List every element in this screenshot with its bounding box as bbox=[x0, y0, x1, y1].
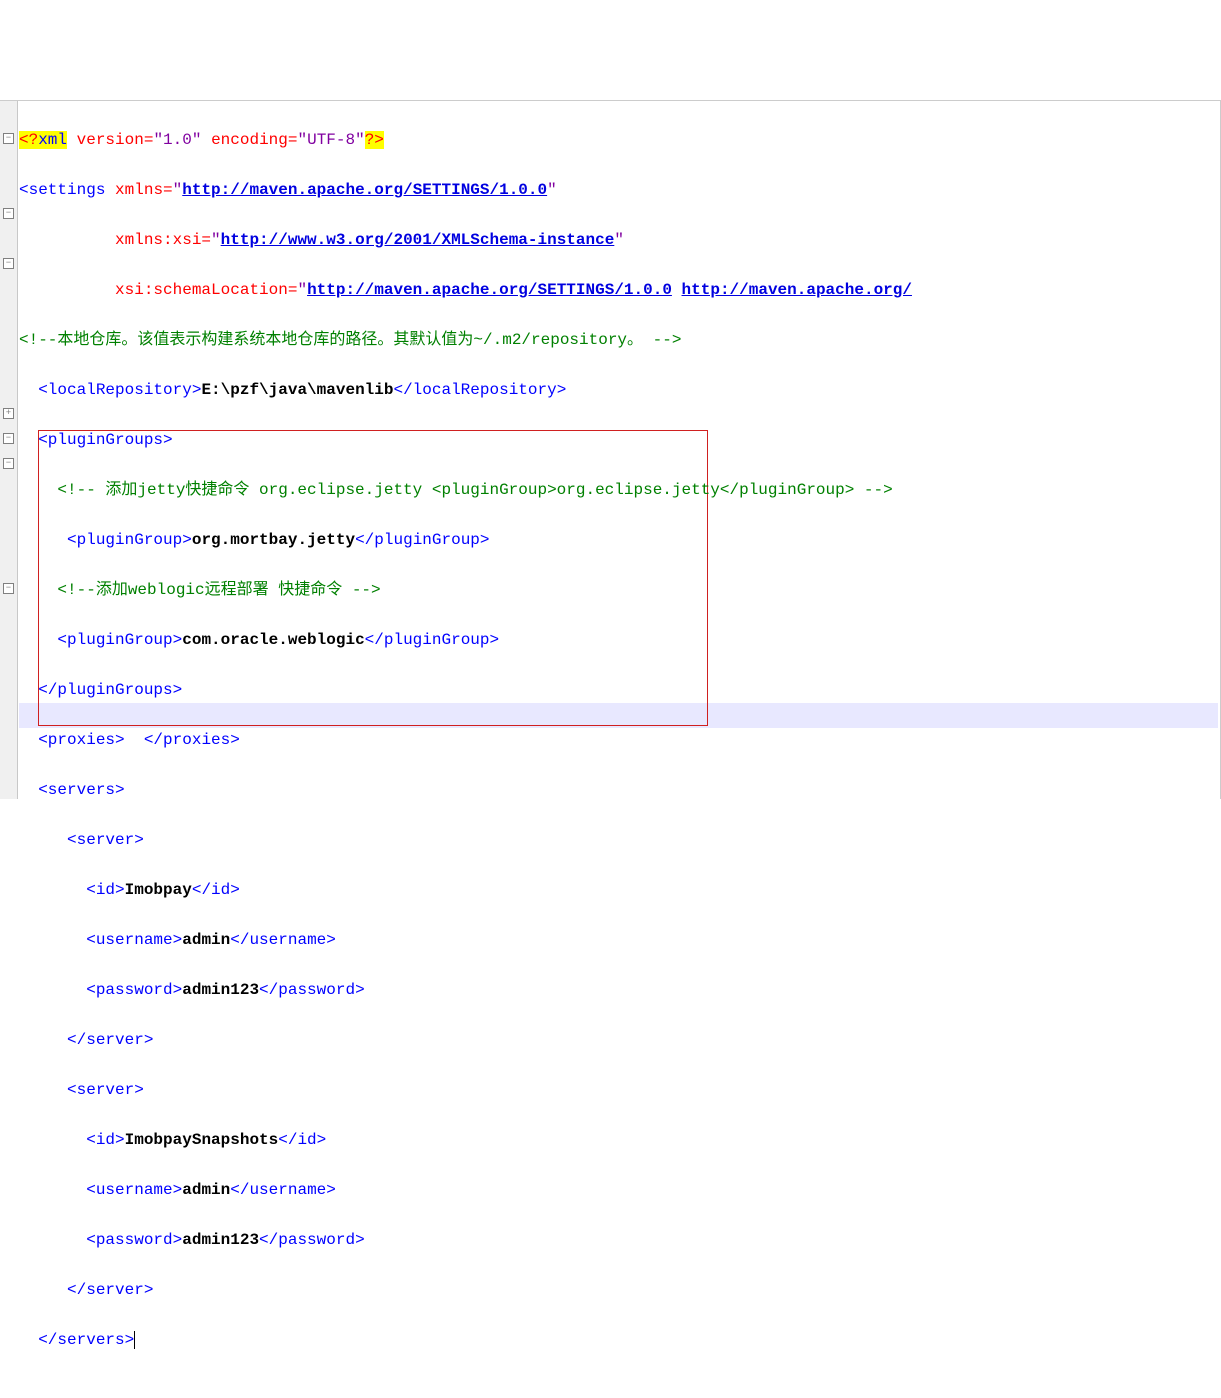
fold-toggle[interactable]: − bbox=[3, 258, 14, 269]
code-line[interactable]: xsi:schemaLocation="http://maven.apache.… bbox=[19, 278, 1220, 303]
fold-gutter: − − − + − − − bbox=[0, 101, 18, 799]
code-line[interactable]: <id>Imobpay</id> bbox=[19, 878, 1220, 903]
code-line[interactable]: <!-- 添加jetty快捷命令 org.eclipse.jetty <plug… bbox=[19, 478, 1220, 503]
code-line[interactable]: <servers> bbox=[19, 778, 1220, 803]
code-line[interactable]: </servers> bbox=[19, 1328, 1220, 1353]
caret bbox=[134, 1331, 135, 1349]
code-line[interactable]: </server> bbox=[19, 1028, 1220, 1053]
code-line[interactable]: <username>admin</username> bbox=[19, 928, 1220, 953]
fold-toggle[interactable]: − bbox=[3, 458, 14, 469]
code-line[interactable] bbox=[19, 1378, 1220, 1398]
fold-toggle[interactable]: − bbox=[3, 433, 14, 444]
fold-toggle[interactable]: − bbox=[3, 208, 14, 219]
code-line[interactable]: </pluginGroups> bbox=[19, 678, 1220, 703]
code-line[interactable]: </server> bbox=[19, 1278, 1220, 1303]
code-line[interactable]: <!--添加weblogic远程部署 快捷命令 --> bbox=[19, 578, 1220, 603]
code-line[interactable]: <server> bbox=[19, 828, 1220, 853]
code-line[interactable]: <pluginGroups> bbox=[19, 428, 1220, 453]
code-editor[interactable]: − − − + − − − <?xml version="1.0" encodi… bbox=[0, 100, 1221, 799]
code-line[interactable]: <id>ImobpaySnapshots</id> bbox=[19, 1128, 1220, 1153]
code-area[interactable]: <?xml version="1.0" encoding="UTF-8"?> <… bbox=[19, 103, 1220, 1398]
code-line[interactable]: <settings xmlns="http://maven.apache.org… bbox=[19, 178, 1220, 203]
code-line[interactable]: <pluginGroup>org.mortbay.jetty</pluginGr… bbox=[19, 528, 1220, 553]
code-line[interactable]: <server> bbox=[19, 1078, 1220, 1103]
code-line[interactable]: xmlns:xsi="http://www.w3.org/2001/XMLSch… bbox=[19, 228, 1220, 253]
code-line[interactable]: <password>admin123</password> bbox=[19, 1228, 1220, 1253]
code-line[interactable]: <localRepository>E:\pzf\java\mavenlib</l… bbox=[19, 378, 1220, 403]
code-line[interactable]: <password>admin123</password> bbox=[19, 978, 1220, 1003]
code-line[interactable]: <?xml version="1.0" encoding="UTF-8"?> bbox=[19, 128, 1220, 153]
code-line[interactable]: <pluginGroup>com.oracle.weblogic</plugin… bbox=[19, 628, 1220, 653]
fold-toggle[interactable]: − bbox=[3, 133, 14, 144]
fold-toggle[interactable]: + bbox=[3, 408, 14, 419]
code-line[interactable]: <proxies> </proxies> bbox=[19, 728, 1220, 753]
code-line[interactable]: <!--本地仓库。该值表示构建系统本地仓库的路径。其默认值为~/.m2/repo… bbox=[19, 328, 1220, 353]
fold-toggle[interactable]: − bbox=[3, 583, 14, 594]
code-line[interactable]: <username>admin</username> bbox=[19, 1178, 1220, 1203]
